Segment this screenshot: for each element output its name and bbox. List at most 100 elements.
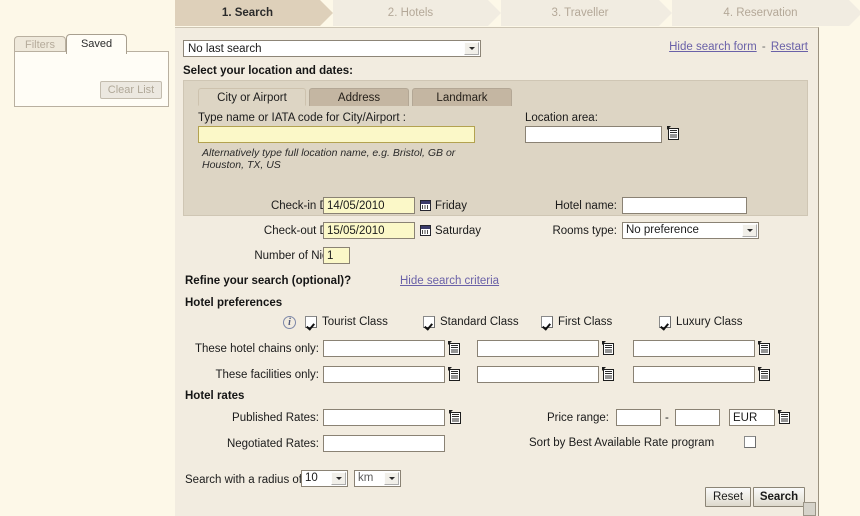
wizard-step-reservation[interactable]: 4. Reservation <box>672 0 860 26</box>
hotel-name-label: Hotel name: <box>554 200 617 212</box>
radius-unit-value: km <box>358 472 374 484</box>
wizard-step-label: 4. Reservation <box>723 7 798 19</box>
checkbox-first-class[interactable] <box>541 316 553 328</box>
city-or-airport-input[interactable] <box>198 126 475 143</box>
tab-label: Filters <box>25 39 55 51</box>
step-arrow-icon <box>849 0 860 26</box>
label-tourist-class: Tourist Class <box>322 316 388 328</box>
hotel-chains-input-3[interactable] <box>633 340 755 357</box>
rooms-type-value: No preference <box>626 224 699 236</box>
wizard-step-hotels[interactable]: 2. Hotels <box>333 0 501 26</box>
hotel-chains-picker-icon-1[interactable] <box>448 341 461 356</box>
city-field-label: Type name or IATA code for City/Airport … <box>198 112 406 124</box>
facilities-input-2[interactable] <box>477 366 599 383</box>
tab-saved[interactable]: Saved <box>65 34 128 54</box>
checkin-date-input[interactable] <box>323 197 415 214</box>
price-max-input[interactable] <box>675 409 720 426</box>
step-arrow-icon <box>320 0 333 26</box>
facilities-picker-icon-1[interactable] <box>448 367 461 382</box>
tab-label: Saved <box>80 38 113 50</box>
price-range-label: Price range: <box>547 412 610 424</box>
hide-search-criteria-link[interactable]: Hide search criteria <box>400 275 499 287</box>
hotel-chains-label: These hotel chains only: <box>194 343 319 355</box>
hotel-preferences-title: Hotel preferences <box>185 297 283 309</box>
facilities-label: These facilities only: <box>215 369 319 381</box>
hotel-rates-title: Hotel rates <box>185 390 245 402</box>
location-area-picker-icon[interactable] <box>667 126 680 141</box>
negotiated-rates-input[interactable] <box>323 435 445 452</box>
facilities-input-3[interactable] <box>633 366 755 383</box>
wizard-step-label: 2. Hotels <box>387 7 434 19</box>
reset-button[interactable]: Reset <box>705 487 751 507</box>
location-area-label: Location area: <box>525 112 598 124</box>
label-standard-class: Standard Class <box>440 316 519 328</box>
chevron-down-icon[interactable] <box>464 42 479 55</box>
published-rates-picker-icon[interactable] <box>449 410 462 425</box>
label-first-class: First Class <box>558 316 613 328</box>
hotel-name-input[interactable] <box>622 197 747 214</box>
search-form-panel: No last search Hide search form - Restar… <box>175 27 819 516</box>
chevron-down-icon[interactable] <box>742 224 757 237</box>
radius-value: 10 <box>305 472 318 484</box>
facilities-picker-icon-2[interactable] <box>602 367 615 382</box>
currency-input[interactable] <box>729 409 775 426</box>
step-arrow-icon <box>659 0 672 26</box>
form-links: Hide search form - Restart <box>669 41 808 53</box>
checkout-date-input[interactable] <box>323 222 415 239</box>
wizard-step-traveller[interactable]: 3. Traveller <box>501 0 672 26</box>
city-field-hint: Alternatively type full location name, e… <box>202 147 456 171</box>
calendar-icon[interactable] <box>420 225 431 236</box>
chevron-down-icon[interactable] <box>384 472 399 485</box>
published-rates-label: Published Rates: <box>232 412 319 424</box>
location-section-title: Select your location and dates: <box>183 65 353 77</box>
checkout-weekday: Saturday <box>435 225 482 237</box>
tab-city-or-airport[interactable]: City or Airport <box>198 88 306 106</box>
number-of-nights-input[interactable] <box>323 247 350 264</box>
hotel-chains-picker-icon-2[interactable] <box>602 341 615 356</box>
checkbox-tourist-class[interactable] <box>305 316 317 328</box>
hotel-chains-picker-icon-3[interactable] <box>758 341 771 356</box>
calendar-icon[interactable] <box>420 200 431 211</box>
side-panel-tabs: Filters Saved <box>14 34 169 54</box>
chevron-down-icon[interactable] <box>331 472 346 485</box>
tab-label: Address <box>337 92 381 104</box>
info-icon[interactable]: i <box>283 316 296 329</box>
tab-label: Landmark <box>436 92 488 104</box>
tab-label: City or Airport <box>217 92 287 104</box>
currency-picker-icon[interactable] <box>778 410 791 425</box>
checkbox-standard-class[interactable] <box>423 316 435 328</box>
link-separator: - <box>761 41 766 53</box>
side-panel: Filters Saved Clear List <box>14 34 169 107</box>
location-tabs: City or Airport Address Landmark <box>198 88 515 106</box>
step-arrow-icon <box>488 0 501 26</box>
hide-search-form-link[interactable]: Hide search form <box>669 41 757 53</box>
published-rates-input[interactable] <box>323 409 445 426</box>
label-luxury-class: Luxury Class <box>676 316 743 328</box>
wizard-step-label: 3. Traveller <box>551 7 609 19</box>
tab-landmark[interactable]: Landmark <box>412 88 512 106</box>
location-panel: City or Airport Address Landmark Type na… <box>183 80 808 216</box>
tab-address[interactable]: Address <box>309 88 409 106</box>
checkbox-luxury-class[interactable] <box>659 316 671 328</box>
negotiated-rates-label: Negotiated Rates: <box>226 438 319 450</box>
facilities-input-1[interactable] <box>323 366 445 383</box>
facilities-picker-icon-3[interactable] <box>758 367 771 382</box>
restart-link[interactable]: Restart <box>771 41 808 53</box>
rooms-type-select[interactable]: No preference <box>622 222 759 239</box>
rooms-type-label: Rooms type: <box>552 225 617 237</box>
hotel-chains-input-1[interactable] <box>323 340 445 357</box>
hotel-chains-input-2[interactable] <box>477 340 599 357</box>
radius-value-select[interactable]: 10 <box>301 470 348 487</box>
refine-title: Refine your search (optional)? <box>185 275 352 287</box>
wizard-step-search[interactable]: 1. Search <box>175 0 333 26</box>
clear-list-button[interactable]: Clear List <box>100 81 162 99</box>
radius-label: Search with a radius of <box>185 474 302 486</box>
search-button[interactable]: Search <box>753 487 805 507</box>
price-min-input[interactable] <box>616 409 661 426</box>
location-area-input[interactable] <box>525 126 662 143</box>
wizard-step-label: 1. Search <box>221 7 274 19</box>
scrollbar-thumb[interactable] <box>803 502 816 516</box>
radius-unit-select[interactable]: km <box>354 470 401 487</box>
last-search-select[interactable]: No last search <box>183 40 481 57</box>
checkbox-sort-by-bar[interactable] <box>744 436 756 448</box>
